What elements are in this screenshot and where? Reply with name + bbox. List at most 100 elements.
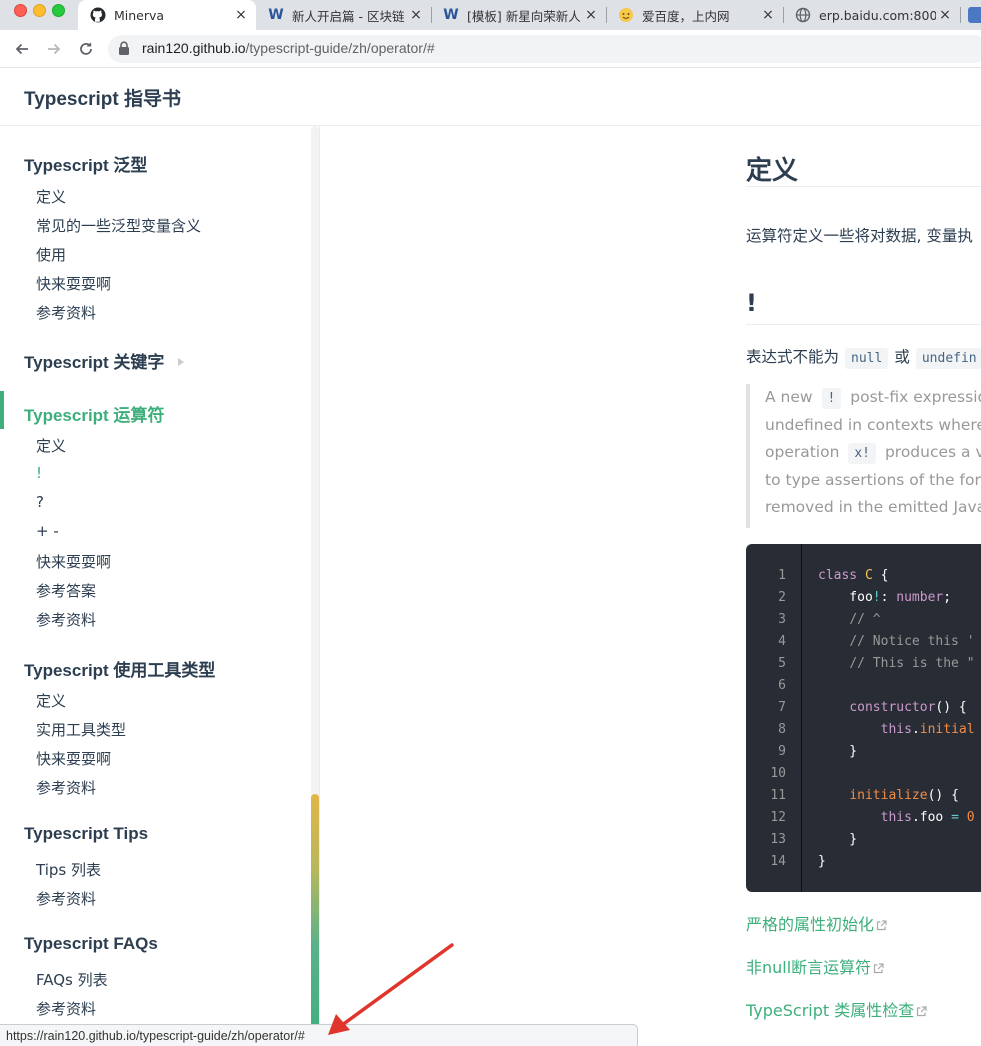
back-icon[interactable] (11, 38, 33, 60)
sidebar-link[interactable]: 快来耍耍啊 (36, 748, 111, 769)
code-line: // ^ (849, 612, 881, 627)
annotation-arrow (328, 943, 454, 1035)
sidebar-group-utility-types[interactable]: Typescript 使用工具类型 (24, 656, 215, 681)
quote-text: A new (765, 388, 813, 406)
external-link-icon (916, 1002, 927, 1021)
url-host: rain120.github.io (142, 40, 246, 56)
lock-icon[interactable] (118, 41, 130, 60)
reference-link-non-null[interactable]: 非null断言运算符 (746, 954, 884, 978)
close-tab-icon[interactable]: × (582, 7, 600, 23)
code-line: } (818, 832, 858, 847)
url-path: /typescript-guide/zh/operator/# (245, 40, 435, 56)
intro-paragraph: 运算符定义一些将对数据, 变量执 (746, 227, 973, 245)
sidebar-group-generics[interactable]: Typescript 泛型 (24, 151, 147, 176)
globe-icon (795, 7, 811, 23)
minimize-window-button[interactable] (33, 4, 46, 17)
sidebar-link[interactable]: 参考资料 (36, 777, 96, 798)
sidebar-link[interactable]: 使用 (36, 244, 66, 265)
sidebar-link[interactable]: 定义 (36, 435, 66, 456)
reload-icon[interactable] (75, 38, 97, 60)
sidebar-group-operators[interactable]: Typescript 运算符 (24, 401, 164, 426)
tab-separator (960, 7, 961, 23)
sidebar-link[interactable]: 参考答案 (36, 580, 96, 601)
forward-icon[interactable] (43, 38, 65, 60)
sidebar-group-tips[interactable]: Typescript Tips (24, 824, 148, 844)
line-number-gutter: 1 2 3 4 5 6 7 8 9 10 11 12 13 14 (746, 544, 802, 892)
close-tab-icon[interactable]: × (407, 7, 425, 23)
line-number: 4 (778, 634, 786, 649)
sidebar-link[interactable]: FAQs 列表 (36, 969, 108, 990)
sidebar-group-keywords[interactable]: Typescript 关键字 (24, 348, 185, 373)
sidebar-link-active[interactable]: ! (36, 464, 42, 482)
sidebar-link[interactable]: 参考资料 (36, 998, 96, 1019)
site-navbar: Typescript 指导书 (0, 68, 981, 126)
address-bar[interactable]: rain120.github.io/typescript-guide/zh/op… (108, 35, 981, 63)
sidebar-link[interactable]: ? (36, 493, 44, 511)
sidebar-link[interactable]: Tips 列表 (36, 859, 101, 880)
browser-tab[interactable]: W [模板] 新星向荣新人 × (431, 0, 606, 30)
quote-text: operation (765, 443, 840, 461)
line-number: 10 (770, 766, 786, 781)
reference-link-strict-init[interactable]: 严格的属性初始化 (746, 911, 887, 935)
quote-text: post-fix expression (850, 388, 981, 406)
line-number: 13 (770, 832, 786, 847)
zoom-window-button[interactable] (52, 4, 65, 17)
quote-line: removed in the emitted JavaSc (765, 498, 981, 516)
close-tab-icon[interactable]: × (936, 7, 954, 23)
sidebar-link[interactable]: + - (36, 522, 59, 540)
sidebar-link[interactable]: 实用工具类型 (36, 719, 126, 740)
code-block: 1 2 3 4 5 6 7 8 9 10 11 12 13 14 class C… (746, 544, 981, 892)
browser-tab[interactable]: W 新人开启篇 - 区块链 × (256, 0, 431, 30)
inline-code: x! (848, 443, 877, 464)
tab-title: 爱百度，上内网 (642, 8, 730, 24)
active-indicator (0, 391, 4, 429)
tab-title: 新人开启篇 - 区块链 (292, 8, 405, 24)
sidebar-link[interactable]: 参考资料 (36, 888, 96, 909)
sidebar-link[interactable]: 定义 (36, 186, 66, 207)
sidebar-link[interactable]: 定义 (36, 690, 66, 711)
code-line: } (818, 854, 826, 869)
code-line: constructor() { (849, 700, 967, 715)
line-number: 12 (770, 810, 786, 825)
section-heading-definition: 定义 (746, 156, 799, 186)
sidebar-link[interactable]: 参考资料 (36, 302, 96, 323)
inline-code: null (845, 348, 889, 369)
link-text: 严格的属性初始化 (746, 915, 875, 934)
browser-tab[interactable]: Minerva × (78, 0, 256, 30)
inline-code: ! (821, 388, 842, 409)
paragraph-not-null: 表达式不能为 null 或 undefin (746, 345, 981, 369)
github-icon (90, 7, 106, 23)
line-number: 14 (770, 854, 786, 869)
browser-tab[interactable]: erp.baidu.com:8001 × (783, 0, 960, 30)
extension-icon[interactable] (968, 7, 981, 23)
line-number: 1 (778, 568, 786, 583)
close-window-button[interactable] (14, 4, 27, 17)
code-line: this.initial (880, 722, 975, 737)
browser-tab[interactable]: 爱百度，上内网 × (606, 0, 783, 30)
line-number: 6 (778, 678, 786, 693)
sidebar-link[interactable]: 快来耍耍啊 (36, 551, 111, 572)
emoji-icon (618, 7, 634, 23)
sidebar-link[interactable]: 常见的一些泛型变量含义 (36, 215, 201, 236)
sidebar-group-faqs[interactable]: Typescript FAQs (24, 934, 158, 954)
reference-link-class-property[interactable]: TypeScript 类属性检查 (746, 997, 927, 1021)
site-title-link[interactable]: Typescript 指导书 (24, 84, 181, 111)
close-tab-icon[interactable]: × (232, 7, 250, 23)
quote-line: to type assertions of the form (765, 471, 981, 489)
sidebar-link[interactable]: 快来耍耍啊 (36, 273, 111, 294)
sidebar-scrollbar-thumb[interactable] (311, 794, 319, 1046)
code-line: this.foo = 0 (880, 810, 975, 825)
sidebar-link[interactable]: 参考资料 (36, 609, 96, 630)
status-bar-url: https://rain120.github.io/typescript-gui… (0, 1024, 638, 1046)
heading-divider (746, 324, 981, 325)
line-number: 3 (778, 612, 786, 627)
code-line: } (818, 744, 858, 759)
quote-line: undefined in contexts where t (765, 416, 981, 434)
close-tab-icon[interactable]: × (759, 7, 777, 23)
tab-title: Minerva (114, 7, 165, 23)
paragraph-text: 或 (894, 348, 910, 366)
code-line: initialize() { (849, 788, 959, 803)
line-number: 7 (778, 700, 786, 715)
browser-toolbar: rain120.github.io/typescript-guide/zh/op… (0, 30, 981, 68)
code-line: class C { (818, 568, 889, 583)
